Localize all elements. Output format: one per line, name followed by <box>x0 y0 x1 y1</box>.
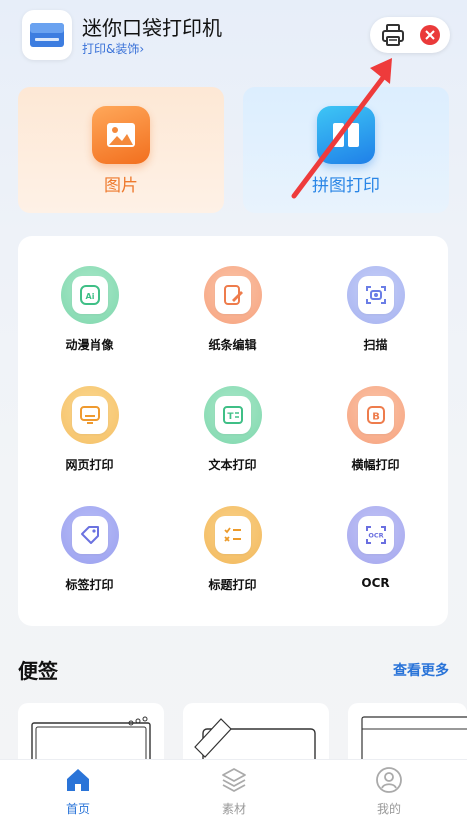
nav-label: 我的 <box>376 802 401 816</box>
tool-text-print[interactable]: T 文本打印 <box>161 356 304 476</box>
nav-home[interactable]: 首页 <box>0 760 156 817</box>
tool-ai-portrait[interactable]: Ai 动漫肖像 <box>18 236 161 356</box>
feature-label: 图片 <box>104 176 138 196</box>
title-print-icon <box>204 506 262 564</box>
nav-label: 首页 <box>65 802 90 816</box>
tool-ocr[interactable]: OCR OCR <box>304 476 447 596</box>
user-icon <box>376 767 402 793</box>
tool-scan[interactable]: 扫描 <box>304 236 447 356</box>
web-print-icon <box>61 386 119 444</box>
svg-text:OCR: OCR <box>368 532 383 540</box>
tool-label: 动漫肖像 <box>65 338 114 352</box>
tools-panel: Ai 动漫肖像 纸条编辑 扫描 网页打印 T 文本打印 B 横幅打印 标签打印 … <box>18 236 448 626</box>
collage-icon <box>317 106 375 164</box>
close-icon[interactable] <box>420 25 440 45</box>
tool-label-print[interactable]: 标签打印 <box>18 476 161 596</box>
home-icon <box>67 769 89 791</box>
view-more-link[interactable]: 查看更多 <box>393 660 449 680</box>
layers-icon <box>222 768 246 792</box>
tool-label: 标签打印 <box>65 578 114 592</box>
tool-note-edit[interactable]: 纸条编辑 <box>161 236 304 356</box>
nav-mine[interactable]: 我的 <box>311 760 467 817</box>
tool-label: 网页打印 <box>65 458 114 472</box>
feature-card-collage[interactable]: 拼图打印 <box>243 87 449 213</box>
tool-label: 横幅打印 <box>351 458 400 472</box>
tool-title-print[interactable]: 标题打印 <box>161 476 304 596</box>
feature-label: 拼图打印 <box>312 176 380 196</box>
feature-card-picture[interactable]: 图片 <box>18 87 224 213</box>
printer-logo-icon <box>30 23 64 47</box>
tool-label: 扫描 <box>363 338 388 352</box>
tool-label: OCR <box>361 576 390 590</box>
ai-portrait-icon: Ai <box>61 266 119 324</box>
printer-icon[interactable] <box>380 22 406 48</box>
svg-text:Ai: Ai <box>86 292 95 301</box>
bottom-nav: 首页 素材 我的 <box>0 759 467 817</box>
text-print-icon: T <box>204 386 262 444</box>
ocr-icon: OCR <box>347 506 405 564</box>
nav-label: 素材 <box>221 802 246 816</box>
picture-icon <box>92 106 150 164</box>
tool-label: 标题打印 <box>208 578 257 592</box>
app-title: 迷你口袋打印机 <box>82 16 222 40</box>
nav-materials[interactable]: 素材 <box>156 760 312 817</box>
note-edit-icon <box>204 266 262 324</box>
tool-label: 文本打印 <box>208 458 257 472</box>
svg-text:B: B <box>372 412 380 423</box>
label-print-icon <box>61 506 119 564</box>
notes-section-title: 便签 <box>18 659 58 683</box>
tool-banner-print[interactable]: B 横幅打印 <box>304 356 447 476</box>
tool-web-print[interactable]: 网页打印 <box>18 356 161 476</box>
mini-program-capsule <box>370 17 450 53</box>
app-logo <box>22 10 72 60</box>
scan-icon <box>347 266 405 324</box>
svg-text:T: T <box>227 412 234 422</box>
app-header: 迷你口袋打印机 打印&装饰› <box>0 0 467 70</box>
banner-print-icon: B <box>347 386 405 444</box>
app-subtitle-link[interactable]: 打印&装饰› <box>82 40 144 57</box>
tool-label: 纸条编辑 <box>208 338 257 352</box>
